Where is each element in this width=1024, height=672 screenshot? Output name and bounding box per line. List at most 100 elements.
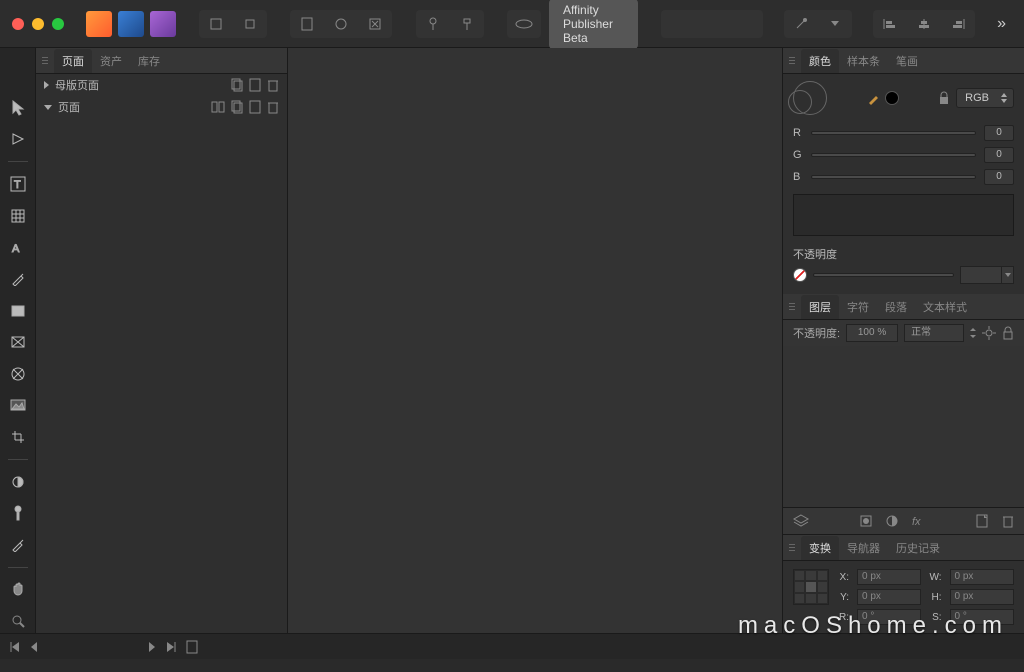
tab-text-styles[interactable]: 文本样式: [915, 295, 975, 319]
duplicate-icon[interactable]: [249, 100, 261, 114]
move-tool-icon[interactable]: [5, 96, 31, 120]
anchor-grid[interactable]: [793, 569, 829, 605]
y-field[interactable]: 0 px: [857, 589, 921, 605]
last-page-icon[interactable]: [166, 641, 176, 653]
snap-btn-3[interactable]: [731, 12, 761, 36]
tab-color[interactable]: 颜色: [801, 49, 839, 73]
trash-icon[interactable]: [267, 100, 279, 114]
tool-opt-dd[interactable]: [820, 12, 850, 36]
align-3-icon[interactable]: [943, 12, 973, 36]
gear-icon[interactable]: [982, 326, 996, 340]
pen-tool-icon[interactable]: [5, 267, 31, 291]
overflow-icon[interactable]: »: [991, 15, 1012, 33]
tab-pages[interactable]: 页面: [54, 49, 92, 73]
fx-icon[interactable]: fx: [912, 515, 926, 527]
b-value[interactable]: 0: [984, 169, 1014, 185]
tab-transform[interactable]: 变换: [801, 536, 839, 560]
pages-row[interactable]: 页面: [36, 96, 287, 118]
fill-tool-icon[interactable]: [5, 470, 31, 494]
trash-icon[interactable]: [267, 78, 279, 92]
stroke-fill-selector[interactable]: [793, 81, 827, 115]
place-image-tool-icon[interactable]: [5, 394, 31, 418]
expand-icon[interactable]: [44, 81, 49, 89]
opacity-field[interactable]: [960, 266, 1014, 284]
hand-tool-icon[interactable]: [5, 578, 31, 602]
tool-opt-icon[interactable]: [786, 12, 816, 36]
snap-btn-2[interactable]: [697, 12, 727, 36]
insert-delete-icon[interactable]: [360, 12, 390, 36]
blend-mode-select[interactable]: 正常: [904, 324, 964, 342]
panel-grip-icon[interactable]: [789, 303, 795, 310]
panel-grip-icon[interactable]: [789, 57, 795, 64]
rectangle-tool-icon[interactable]: [5, 299, 31, 323]
layer-opacity-field[interactable]: 100 %: [846, 324, 898, 342]
g-value[interactable]: 0: [984, 147, 1014, 163]
first-page-icon[interactable]: [10, 641, 20, 653]
tab-assets[interactable]: 资产: [92, 49, 130, 73]
x-field[interactable]: 0 px: [857, 569, 921, 585]
lock-icon[interactable]: [1002, 326, 1014, 340]
delete-layer-icon[interactable]: [1002, 514, 1014, 528]
align-1-icon[interactable]: [875, 12, 905, 36]
panel-grip-icon[interactable]: [42, 57, 48, 64]
current-color-swatch[interactable]: [885, 91, 899, 105]
zoom-tool-icon[interactable]: [5, 609, 31, 633]
artistic-text-tool-icon[interactable]: A: [5, 235, 31, 259]
ellipse-tool-icon[interactable]: [5, 362, 31, 386]
tab-paragraph[interactable]: 段落: [877, 295, 915, 319]
r-field[interactable]: 0 °: [857, 609, 921, 625]
r-slider[interactable]: [811, 131, 976, 135]
eyedropper-icon[interactable]: [867, 91, 881, 105]
layers-stack-icon[interactable]: [793, 514, 809, 528]
tab-swatches[interactable]: 样本条: [839, 49, 888, 73]
tab-stroke[interactable]: 笔画: [888, 49, 926, 73]
tab-navigator[interactable]: 导航器: [839, 536, 888, 560]
text-frame-tool-icon[interactable]: T: [5, 172, 31, 196]
duplicate-icon[interactable]: [249, 78, 261, 92]
minimize-window-button[interactable]: [32, 18, 44, 30]
r-value[interactable]: 0: [984, 125, 1014, 141]
align-2-icon[interactable]: [909, 12, 939, 36]
s-field[interactable]: 0 °: [950, 609, 1014, 625]
h-field[interactable]: 0 px: [950, 589, 1014, 605]
spread-icon[interactable]: [211, 100, 225, 114]
copy-icon[interactable]: [231, 100, 243, 114]
layers-list[interactable]: [783, 346, 1024, 507]
w-field[interactable]: 0 px: [950, 569, 1014, 585]
tab-character[interactable]: 字符: [839, 295, 877, 319]
close-window-button[interactable]: [12, 18, 24, 30]
zoom-window-button[interactable]: [52, 18, 64, 30]
opacity-slider[interactable]: [813, 273, 954, 277]
expand-down-icon[interactable]: [44, 105, 52, 110]
designer-persona-icon[interactable]: [118, 11, 144, 37]
adjustment-icon[interactable]: [886, 515, 898, 527]
next-page-icon[interactable]: [148, 641, 156, 653]
color-mode-select[interactable]: RGB: [956, 88, 1014, 108]
tab-stock[interactable]: 库存: [130, 49, 168, 73]
b-slider[interactable]: [811, 175, 976, 179]
node-tool-icon[interactable]: [5, 128, 31, 152]
arrange-button-2[interactable]: [235, 12, 265, 36]
stepper-icon[interactable]: [970, 328, 976, 338]
pin-icon[interactable]: [418, 12, 448, 36]
panel-grip-icon[interactable]: [789, 544, 795, 551]
arrange-button-1[interactable]: [201, 12, 231, 36]
tab-history[interactable]: 历史记录: [888, 536, 948, 560]
pin-alt-icon[interactable]: [452, 12, 482, 36]
copy-icon[interactable]: [231, 78, 243, 92]
g-slider[interactable]: [811, 153, 976, 157]
lock-icon[interactable]: [938, 91, 950, 105]
preview-icon[interactable]: [509, 12, 539, 36]
snap-btn-1[interactable]: [663, 12, 693, 36]
canvas-area[interactable]: [288, 48, 782, 633]
prev-page-icon[interactable]: [30, 641, 38, 653]
color-picker-tool-icon[interactable]: [5, 533, 31, 557]
no-color-icon[interactable]: [793, 268, 807, 282]
picture-frame-tool-icon[interactable]: [5, 330, 31, 354]
page-icon[interactable]: [186, 640, 198, 654]
photo-persona-icon[interactable]: [150, 11, 176, 37]
publisher-persona-icon[interactable]: [86, 11, 112, 37]
new-layer-icon[interactable]: [976, 514, 988, 528]
master-pages-row[interactable]: 母版页面: [36, 74, 287, 96]
insert-circle-icon[interactable]: [326, 12, 356, 36]
